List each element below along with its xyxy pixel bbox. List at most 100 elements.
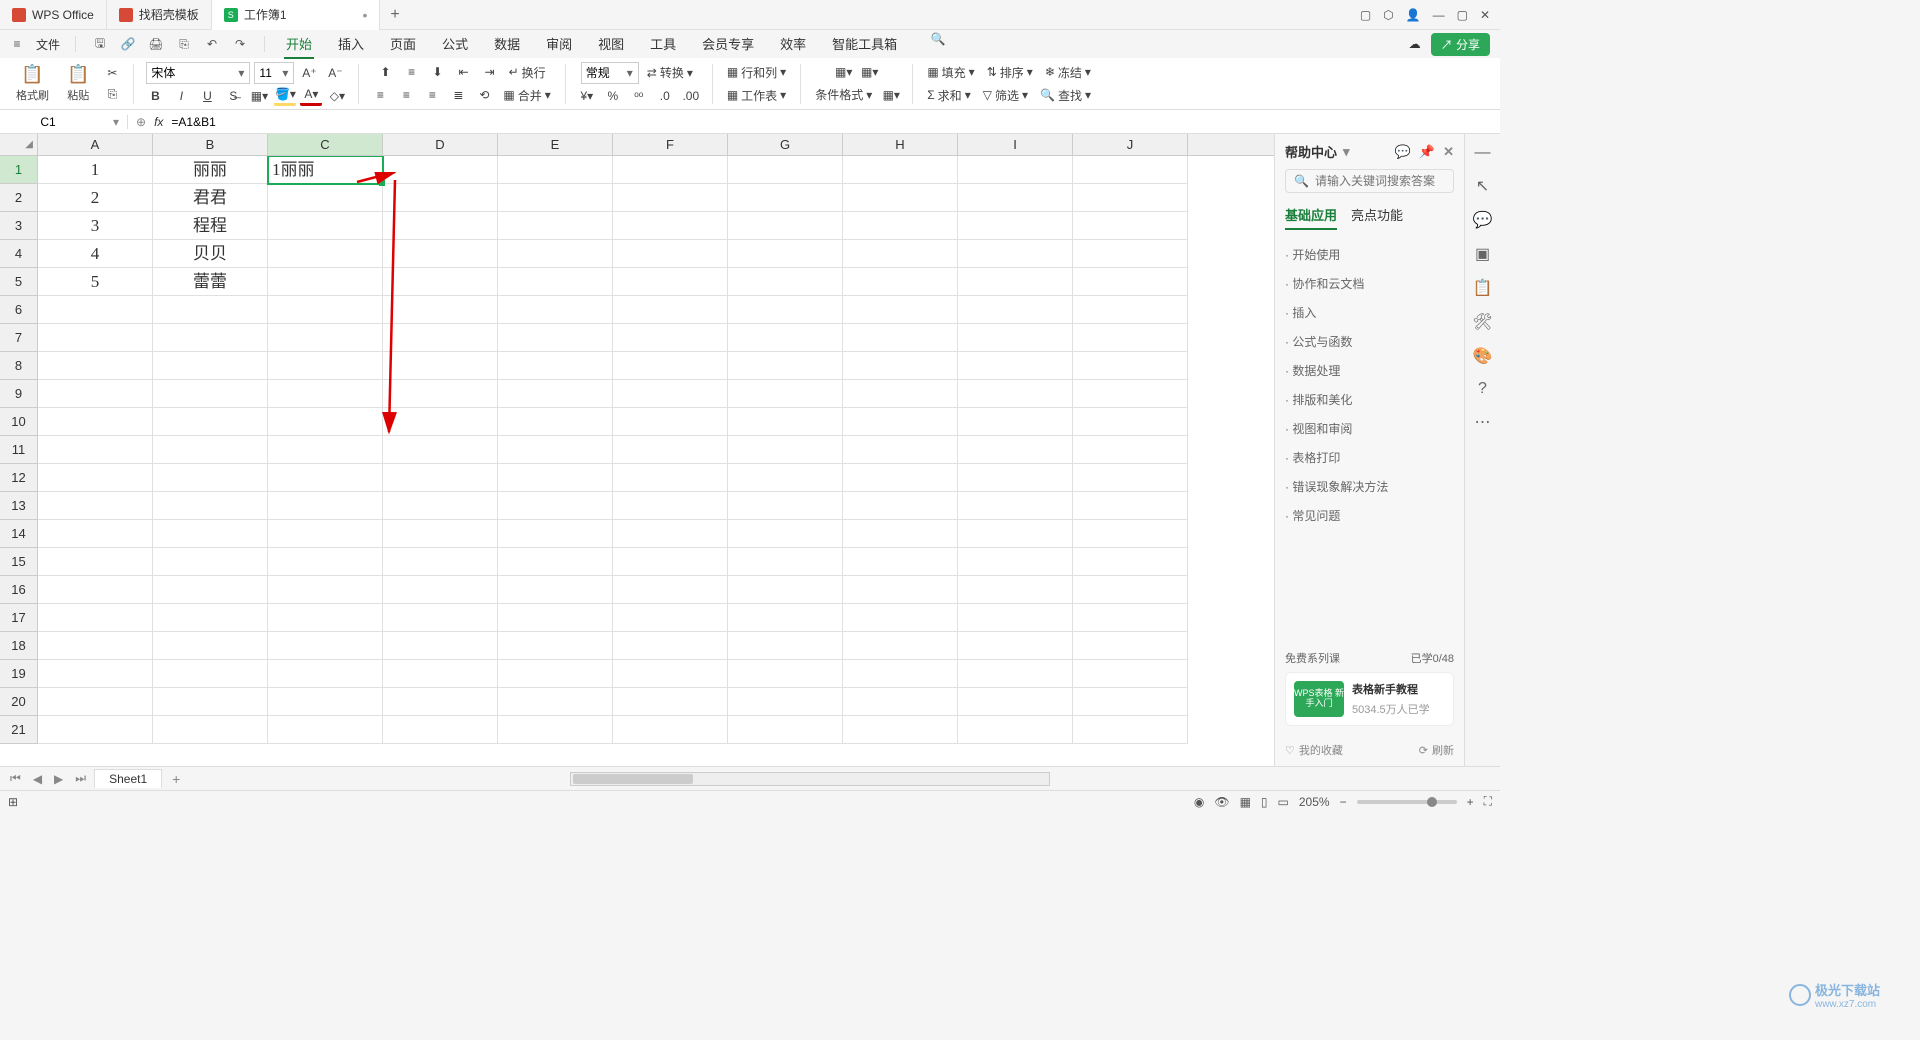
- cell-H9[interactable]: [843, 380, 958, 408]
- find-button[interactable]: 🔍查找▾: [1036, 85, 1095, 106]
- zoom-formula-icon[interactable]: ⊕: [136, 115, 146, 129]
- clear-format-icon[interactable]: ◇▾: [326, 86, 348, 106]
- cell-G1[interactable]: [728, 156, 843, 184]
- cell-B13[interactable]: [153, 492, 268, 520]
- cell-H16[interactable]: [843, 576, 958, 604]
- cell-A6[interactable]: [38, 296, 153, 324]
- cell-E4[interactable]: [498, 240, 613, 268]
- cell-D11[interactable]: [383, 436, 498, 464]
- favorites-button[interactable]: ♡ 我的收藏: [1285, 742, 1343, 758]
- cell-F8[interactable]: [613, 352, 728, 380]
- cell-B1[interactable]: 丽丽: [153, 156, 268, 184]
- cell-C5[interactable]: [268, 268, 383, 296]
- menu-efficiency[interactable]: 效率: [778, 30, 808, 59]
- cell-H17[interactable]: [843, 604, 958, 632]
- box-icon[interactable]: ▣: [1475, 244, 1490, 264]
- cell-D6[interactable]: [383, 296, 498, 324]
- cell-H14[interactable]: [843, 520, 958, 548]
- cell-C13[interactable]: [268, 492, 383, 520]
- cell-B14[interactable]: [153, 520, 268, 548]
- cell-G12[interactable]: [728, 464, 843, 492]
- cell-E20[interactable]: [498, 688, 613, 716]
- insert-cells-icon[interactable]: ▦▾: [833, 62, 855, 82]
- cell-J10[interactable]: [1073, 408, 1188, 436]
- col-header-G[interactable]: G: [728, 134, 843, 155]
- fill-button[interactable]: ▦填充▾: [923, 62, 978, 83]
- redo-icon[interactable]: ↷: [231, 35, 249, 53]
- cell-A9[interactable]: [38, 380, 153, 408]
- cell-E13[interactable]: [498, 492, 613, 520]
- cell-F4[interactable]: [613, 240, 728, 268]
- row-header-8[interactable]: 8: [0, 352, 38, 380]
- help-item-0[interactable]: · 开始使用: [1285, 246, 1454, 263]
- format-brush-button[interactable]: 📋格式刷: [10, 62, 55, 105]
- cell-D4[interactable]: [383, 240, 498, 268]
- cell-D21[interactable]: [383, 716, 498, 744]
- cell-B20[interactable]: [153, 688, 268, 716]
- cell-I9[interactable]: [958, 380, 1073, 408]
- cell-E5[interactable]: [498, 268, 613, 296]
- cell-D14[interactable]: [383, 520, 498, 548]
- decrease-font-icon[interactable]: A⁻: [324, 63, 346, 83]
- cell-G18[interactable]: [728, 632, 843, 660]
- cell-J8[interactable]: [1073, 352, 1188, 380]
- menu-smart[interactable]: 智能工具箱: [830, 30, 899, 59]
- cell-G19[interactable]: [728, 660, 843, 688]
- cell-H5[interactable]: [843, 268, 958, 296]
- cursor-icon[interactable]: ↖: [1476, 176, 1489, 196]
- copy-icon[interactable]: ⎘: [101, 85, 123, 105]
- cell-A18[interactable]: [38, 632, 153, 660]
- tab-add-button[interactable]: +: [380, 6, 409, 24]
- cell-D19[interactable]: [383, 660, 498, 688]
- row-header-17[interactable]: 17: [0, 604, 38, 632]
- close-icon[interactable]: •: [363, 7, 368, 23]
- chevron-down-icon[interactable]: ▾: [113, 115, 119, 129]
- cell-A2[interactable]: 2: [38, 184, 153, 212]
- fx-icon[interactable]: fx: [154, 115, 163, 129]
- cell-E9[interactable]: [498, 380, 613, 408]
- cell-E14[interactable]: [498, 520, 613, 548]
- cell-I19[interactable]: [958, 660, 1073, 688]
- help-item-5[interactable]: · 排版和美化: [1285, 391, 1454, 408]
- cell-G10[interactable]: [728, 408, 843, 436]
- sheet-nav-prev[interactable]: ◀: [29, 772, 46, 786]
- cell-I16[interactable]: [958, 576, 1073, 604]
- cell-C21[interactable]: [268, 716, 383, 744]
- cell-A14[interactable]: [38, 520, 153, 548]
- bold-icon[interactable]: B: [144, 86, 166, 106]
- help-search[interactable]: 🔍: [1285, 169, 1454, 193]
- cell-J12[interactable]: [1073, 464, 1188, 492]
- close-icon[interactable]: ✕: [1443, 144, 1454, 160]
- tab-template[interactable]: 找稻壳模板: [107, 0, 212, 30]
- cut-icon[interactable]: ✂: [101, 63, 123, 83]
- cell-C15[interactable]: [268, 548, 383, 576]
- cell-C12[interactable]: [268, 464, 383, 492]
- cell-H18[interactable]: [843, 632, 958, 660]
- cell-C11[interactable]: [268, 436, 383, 464]
- cell-I12[interactable]: [958, 464, 1073, 492]
- fullscreen-icon[interactable]: ⛶: [1484, 794, 1492, 809]
- cell-J15[interactable]: [1073, 548, 1188, 576]
- align-right-icon[interactable]: ≡: [421, 85, 443, 105]
- worksheet-button[interactable]: ▦工作表▾: [723, 85, 790, 106]
- cell-F10[interactable]: [613, 408, 728, 436]
- cell-E18[interactable]: [498, 632, 613, 660]
- cell-F1[interactable]: [613, 156, 728, 184]
- cell-E10[interactable]: [498, 408, 613, 436]
- cell-I2[interactable]: [958, 184, 1073, 212]
- cell-F7[interactable]: [613, 324, 728, 352]
- help-item-3[interactable]: · 公式与函数: [1285, 333, 1454, 350]
- row-header-14[interactable]: 14: [0, 520, 38, 548]
- horizontal-scrollbar[interactable]: [570, 772, 1050, 786]
- cell-E8[interactable]: [498, 352, 613, 380]
- row-header-21[interactable]: 21: [0, 716, 38, 744]
- cell-J14[interactable]: [1073, 520, 1188, 548]
- help-item-7[interactable]: · 表格打印: [1285, 449, 1454, 466]
- search-icon[interactable]: 🔍: [929, 30, 947, 48]
- cell-H13[interactable]: [843, 492, 958, 520]
- wrap-button[interactable]: ↵换行: [505, 62, 550, 83]
- cell-D8[interactable]: [383, 352, 498, 380]
- col-header-I[interactable]: I: [958, 134, 1073, 155]
- cell-G16[interactable]: [728, 576, 843, 604]
- chevron-down-icon[interactable]: ▾: [1343, 144, 1350, 160]
